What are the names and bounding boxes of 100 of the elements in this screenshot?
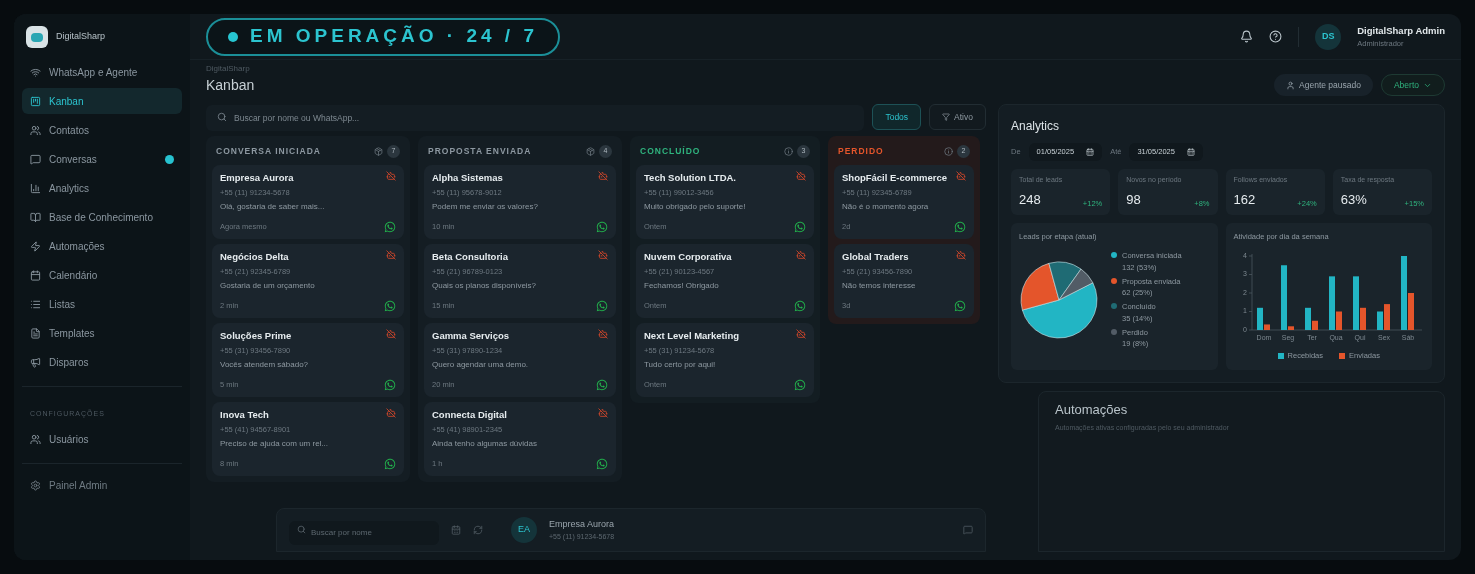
lead-name: Connecta Digital xyxy=(432,408,507,422)
sidebar-item[interactable]: WhatsApp e Agente xyxy=(22,59,182,85)
sidebar-item[interactable]: Listas xyxy=(22,291,182,317)
whatsapp-icon[interactable] xyxy=(596,221,608,233)
bar-chart-icon xyxy=(30,182,41,194)
whatsapp-icon[interactable] xyxy=(596,379,608,391)
lead-message: Quais os planos disponíveis? xyxy=(432,279,538,292)
document-icon xyxy=(30,327,41,339)
bot-off-icon[interactable] xyxy=(956,171,966,181)
user-name: DigitalSharp Admin xyxy=(1357,23,1445,38)
lead-name: Inova Tech xyxy=(220,408,269,422)
sidebar-item[interactable]: Base de Conhecimento xyxy=(22,204,182,230)
user-icon xyxy=(1286,80,1296,90)
whatsapp-icon[interactable] xyxy=(794,221,806,233)
lead-message: Olá, gostaria de saber mais... xyxy=(220,200,326,213)
bot-off-icon[interactable] xyxy=(598,171,608,181)
whatsapp-icon[interactable] xyxy=(384,300,396,312)
filter-chip[interactable]: Ativo xyxy=(929,104,986,130)
megaphone-icon xyxy=(30,356,41,368)
user-avatar[interactable]: DS xyxy=(1315,23,1342,50)
lead-name: Gamma Serviços xyxy=(432,329,510,343)
lead-name: Empresa Aurora xyxy=(220,171,294,185)
bot-off-icon[interactable] xyxy=(956,250,966,260)
lead-message: Fechamos! Obrigado xyxy=(644,279,720,292)
calendar-icon[interactable] xyxy=(451,525,461,535)
lead-message: Não é o momento agora xyxy=(842,200,930,213)
column-title: CONVERSA INICIADA xyxy=(216,144,321,158)
users-icon xyxy=(30,124,41,136)
lead-name: Soluções Prime xyxy=(220,329,292,343)
whatsapp-icon[interactable] xyxy=(384,458,396,470)
bot-off-icon[interactable] xyxy=(598,250,608,260)
stat-value: 162 xyxy=(1233,190,1256,209)
sidebar-item[interactable]: Kanban xyxy=(22,88,182,114)
box-icon xyxy=(586,146,595,156)
refresh-icon[interactable] xyxy=(473,525,483,535)
calendar-icon xyxy=(30,269,41,281)
bell-icon[interactable] xyxy=(1240,30,1254,43)
sidebar-item[interactable]: Analytics xyxy=(22,175,182,201)
bot-off-icon[interactable] xyxy=(796,250,806,260)
whatsapp-icon[interactable] xyxy=(596,458,608,470)
info-icon xyxy=(944,146,953,156)
sidebar-item[interactable]: Usuários xyxy=(22,426,182,452)
calendar-icon xyxy=(1086,148,1095,156)
filter-chip[interactable]: Todos xyxy=(872,104,922,130)
brand-name: DigitalSharp xyxy=(56,30,106,44)
list-icon xyxy=(30,298,41,310)
lead-name: Alpha Sistemas xyxy=(432,171,503,185)
search-field[interactable]: Buscar por nome xyxy=(289,520,439,545)
sidebar-item[interactable]: Calendário xyxy=(22,262,182,288)
lead-message: Podem me enviar os valores? xyxy=(432,200,539,213)
column-title: PERDIDO xyxy=(838,144,884,158)
bot-off-icon[interactable] xyxy=(386,329,396,339)
lead-message: Não temos interesse xyxy=(842,279,917,292)
lead-message: Quero agendar uma demo. xyxy=(432,358,530,371)
bot-off-icon[interactable] xyxy=(386,250,396,260)
stat-value: 248 xyxy=(1019,190,1041,209)
lightning-icon xyxy=(30,240,41,252)
search-field[interactable]: Buscar por nome ou WhatsApp... xyxy=(206,105,865,131)
sidebar-item[interactable]: Contatos xyxy=(22,117,182,143)
bot-off-icon[interactable] xyxy=(386,171,396,181)
bot-off-icon[interactable] xyxy=(386,408,396,418)
chat-icon xyxy=(30,153,41,165)
contact-name: Empresa Aurora xyxy=(549,518,615,531)
whatsapp-icon[interactable] xyxy=(384,221,396,233)
info-icon xyxy=(784,146,793,156)
column-title: PROPOSTA ENVIADA xyxy=(428,144,532,158)
lead-message: Muito obrigado pelo suporte! xyxy=(644,200,747,213)
stat-value: 98 xyxy=(1126,190,1141,209)
sidebar-item[interactable]: Templates xyxy=(22,320,182,346)
whatsapp-icon[interactable] xyxy=(596,300,608,312)
card-title: Automações xyxy=(1055,400,1129,419)
sidebar-item[interactable]: Disparos xyxy=(22,349,182,375)
whatsapp-icon[interactable] xyxy=(954,300,966,312)
wifi-icon xyxy=(30,66,41,78)
chat-icon[interactable] xyxy=(963,525,973,535)
help-icon[interactable] xyxy=(1269,30,1283,43)
book-icon xyxy=(30,211,41,223)
bot-off-icon[interactable] xyxy=(796,329,806,339)
calendar-icon xyxy=(1186,148,1195,156)
lead-name: Next Level Marketing xyxy=(644,329,740,343)
column-title: CONCLUÍDO xyxy=(640,144,701,158)
bot-off-icon[interactable] xyxy=(796,171,806,181)
whatsapp-icon[interactable] xyxy=(384,379,396,391)
whatsapp-icon[interactable] xyxy=(954,221,966,233)
lead-message: Gostaria de um orçamento xyxy=(220,279,316,292)
bot-off-icon[interactable] xyxy=(598,408,608,418)
agent-paused-button[interactable]: Agente pausado xyxy=(1274,74,1373,96)
lead-message: Tudo certo por aqui! xyxy=(644,358,717,371)
lead-name: ShopFácil E-commerce xyxy=(842,171,948,185)
sidebar-item[interactable]: Automações xyxy=(22,233,182,259)
whatsapp-icon[interactable] xyxy=(794,300,806,312)
sidebar-item[interactable]: Painel Admin xyxy=(22,472,182,498)
whatsapp-icon[interactable] xyxy=(794,379,806,391)
sidebar-item[interactable]: Conversas xyxy=(22,146,182,172)
search-icon xyxy=(217,112,227,122)
bot-off-icon[interactable] xyxy=(598,329,608,339)
logo-icon xyxy=(26,26,48,48)
status-dropdown[interactable]: Aberto xyxy=(1380,74,1445,96)
breadcrumb: DigitalSharp xyxy=(206,63,251,75)
stat-value: 63% xyxy=(1340,190,1367,209)
